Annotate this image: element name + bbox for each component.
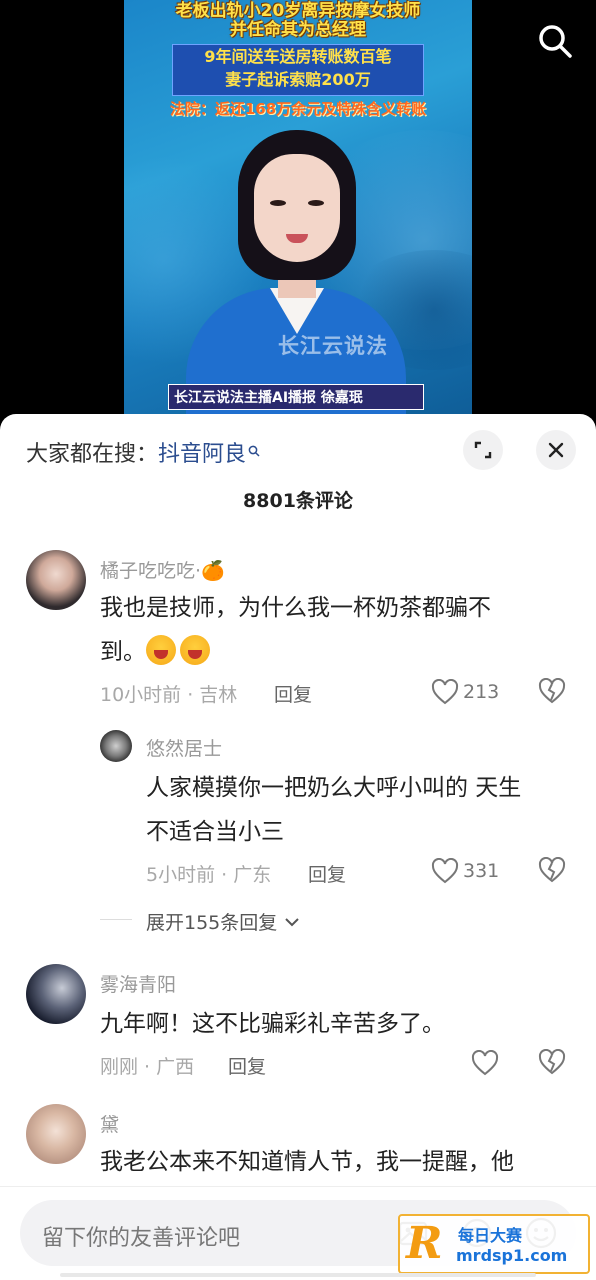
close-panel-button[interactable]	[536, 430, 576, 470]
comment-text-line: 人家模摸你一把奶么大呼小叫的 天生	[146, 775, 522, 801]
heart-icon	[431, 679, 459, 705]
broken-heart-icon	[538, 856, 566, 883]
broken-heart-icon	[538, 1048, 566, 1075]
video-headline: 妻子起诉索赔200万	[225, 70, 371, 89]
avatar[interactable]	[26, 550, 86, 610]
comment-username[interactable]: 悠然居士	[146, 734, 222, 761]
watermark-logo-letter: R	[406, 1218, 443, 1269]
trending-search-prefix: 大家都在搜：	[26, 442, 159, 467]
avatar[interactable]	[100, 730, 132, 762]
comment-text: 我老公本来不知道情人节，我一提醒，他	[100, 1149, 514, 1175]
video-headline: 9年间送车送房转账数百笔	[204, 47, 392, 66]
video-frame: 老板出轨小20岁离异按摩女技师 并任命其为总经理 9年间送车送房转账数百笔 妻子…	[124, 0, 472, 420]
expand-replies-button[interactable]: 展开155条回复	[146, 908, 301, 935]
comment-text-line: 我也是技师，为什么我一杯奶茶都骗不	[100, 595, 491, 621]
trending-search[interactable]: 大家都在搜：抖音阿良	[26, 436, 260, 468]
crying-emoji-icon	[180, 635, 210, 665]
close-icon	[548, 442, 564, 458]
crying-emoji-icon	[146, 635, 176, 665]
comment-meta: 10小时前 · 吉林	[100, 684, 238, 706]
comment-meta: 5小时前 · 广东	[146, 864, 272, 886]
dislike-button[interactable]	[538, 1048, 568, 1079]
watermark-url: mrdsp1.com	[456, 1246, 568, 1265]
comment-username[interactable]: 橘子吃吃吃·🍊	[100, 556, 225, 583]
comment-text: 人家模摸你一把奶么大呼小叫的 天生 不适合当小三	[146, 766, 576, 854]
dislike-button[interactable]	[538, 856, 568, 887]
expand-panel-button[interactable]	[463, 430, 503, 470]
trending-search-term[interactable]: 抖音阿良	[158, 442, 246, 467]
expand-icon	[474, 441, 492, 459]
comment-meta: 刚刚 · 广西	[100, 1056, 195, 1078]
video-headline: 老板出轨小20岁离异按摩女技师	[175, 1, 421, 21]
avatar[interactable]	[26, 964, 86, 1024]
comment-input-placeholder: 留下你的友善评论吧	[42, 1226, 241, 1251]
news-anchor-figure	[186, 122, 406, 420]
expand-replies-label: 展开155条回复	[146, 912, 278, 934]
comment-text-line: 不适合当小三	[146, 819, 284, 845]
comment-count: 8801条评论	[243, 490, 353, 512]
small-search-icon	[248, 438, 260, 457]
comment-username[interactable]: 雾海青阳	[100, 970, 176, 997]
reply-button[interactable]: 回复	[228, 1052, 266, 1079]
channel-logo-watermark: 长江云说法	[278, 334, 388, 358]
watermark-title: 每日大赛	[458, 1226, 523, 1245]
heart-icon	[431, 858, 459, 884]
like-button[interactable]: 213	[431, 677, 499, 707]
comment-panel: 大家都在搜：抖音阿良 8801条评论 橘子吃吃吃·🍊 我也是技师，为什么我一杯奶…	[0, 414, 596, 1280]
video-player[interactable]: 老板出轨小20岁离异按摩女技师 并任命其为总经理 9年间送车送房转账数百笔 妻子…	[0, 0, 596, 420]
home-indicator	[60, 1273, 536, 1277]
like-button[interactable]	[471, 1048, 499, 1078]
search-icon[interactable]	[536, 22, 574, 60]
comment-text: 九年啊！这不比骗彩礼辛苦多了。	[100, 1011, 445, 1037]
expand-divider	[100, 919, 132, 920]
dislike-button[interactable]	[538, 677, 568, 708]
comment-username[interactable]: 黛	[100, 1110, 119, 1137]
reply-button[interactable]: 回复	[308, 860, 346, 887]
chevron-down-icon	[285, 918, 300, 927]
like-count: 331	[463, 860, 500, 882]
broken-heart-icon	[538, 677, 566, 704]
input-divider	[0, 1186, 596, 1187]
like-button[interactable]: 331	[431, 856, 499, 886]
video-headline-verdict: 法院：返还168万余元及特殊含义转账	[169, 100, 427, 118]
like-count: 213	[463, 681, 500, 703]
avatar[interactable]	[26, 1104, 86, 1164]
comment-text-line: 到。	[100, 639, 146, 665]
site-watermark: R 每日大赛 mrdsp1.com	[398, 1214, 590, 1274]
comment-text: 我也是技师，为什么我一杯奶茶都骗不 到。	[100, 586, 550, 674]
lower-third-text: 长江云说法主播AI播报 徐嘉珉	[174, 390, 363, 406]
heart-icon	[471, 1050, 499, 1076]
reply-button[interactable]: 回复	[274, 680, 312, 707]
video-headline: 并任命其为总经理	[230, 20, 366, 40]
